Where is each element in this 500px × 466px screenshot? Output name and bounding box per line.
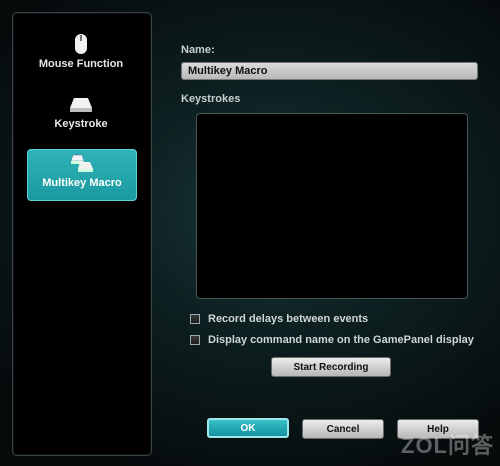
record-delays-label: Record delays between events xyxy=(208,313,369,325)
record-delays-option[interactable]: Record delays between events xyxy=(190,313,368,325)
display-command-checkbox[interactable] xyxy=(190,335,200,345)
sidebar-item-label: Mouse Function xyxy=(38,58,124,70)
keystrokes-list[interactable] xyxy=(196,113,468,299)
ok-button[interactable]: OK xyxy=(207,418,289,438)
sidebar-item-multikey-macro[interactable]: Multikey Macro xyxy=(27,149,137,201)
sidebar-item-mouse-function[interactable]: Mouse Function xyxy=(27,31,135,81)
cancel-button[interactable]: Cancel xyxy=(302,419,384,439)
sidebar-item-keystroke[interactable]: Keystroke xyxy=(27,91,135,141)
name-input[interactable] xyxy=(181,62,478,80)
sidebar-item-label: Keystroke xyxy=(54,118,108,130)
help-button[interactable]: Help xyxy=(397,419,479,439)
name-label: Name: xyxy=(181,44,215,56)
record-delays-checkbox[interactable] xyxy=(190,314,200,324)
keystrokes-label: Keystrokes xyxy=(181,93,241,105)
sidebar-item-label: Multikey Macro xyxy=(42,177,122,189)
display-command-label: Display command name on the GamePanel di… xyxy=(208,334,474,346)
key-icon xyxy=(27,93,135,115)
mouse-icon xyxy=(27,33,135,55)
multikey-icon xyxy=(28,152,136,174)
sidebar: Mouse Function Keystroke Multikey Macro xyxy=(12,12,152,456)
display-command-option[interactable]: Display command name on the GamePanel di… xyxy=(190,334,474,346)
start-recording-button[interactable]: Start Recording xyxy=(271,357,391,377)
